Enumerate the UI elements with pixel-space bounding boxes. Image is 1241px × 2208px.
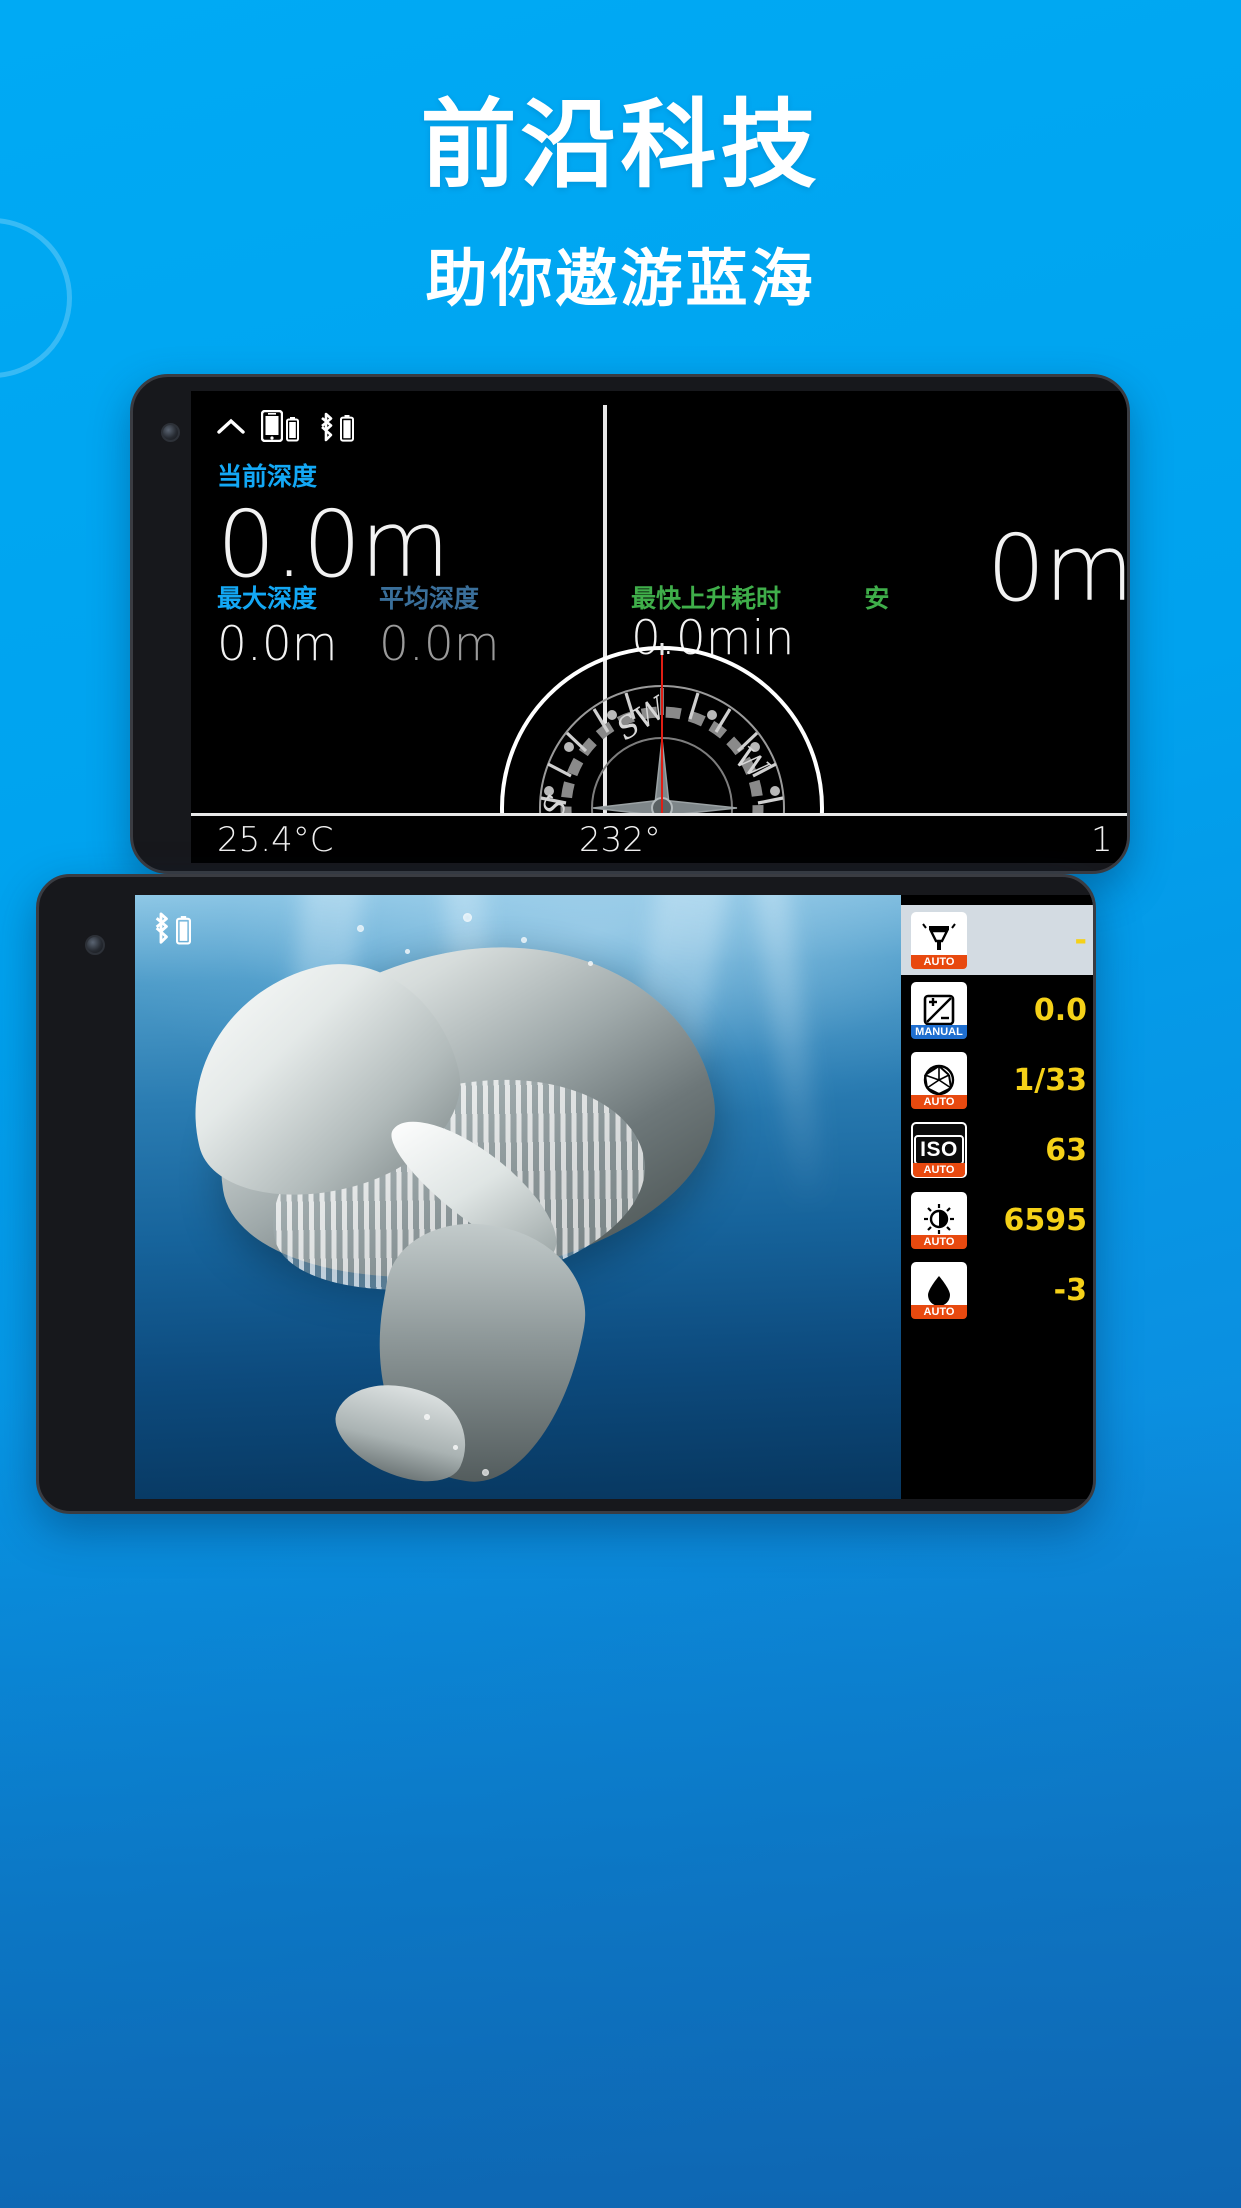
avg-depth-label: 平均深度 [379, 585, 480, 613]
bluetooth-battery-icon [149, 909, 191, 945]
mode-tag: AUTO [911, 1235, 967, 1249]
compass-widget: S SW W [191, 643, 1127, 813]
third-readout: 1 [1091, 819, 1113, 860]
right-extra-label: 安 [864, 585, 890, 613]
iso-value: 63 [1045, 1132, 1087, 1168]
phone-device-dive-computer: 当前深度 0.0m 最大深度 0.0m 平均深度 0.0m 0m 最快上升耗时 … [130, 374, 1130, 874]
fastest-ascent-label: 最快上升耗时 [631, 585, 782, 613]
iso-icon[interactable]: ISO AUTO [911, 1122, 967, 1178]
setting-row-depth[interactable]: AUTO -3 [901, 1255, 1093, 1325]
current-depth-block: 当前深度 0.0m [217, 457, 450, 598]
temperature-readout: 25.4°C [217, 819, 334, 860]
setting-row-white-balance[interactable]: AUTO 6595 [901, 1185, 1093, 1255]
phone-battery-icon [261, 410, 299, 442]
status-bar [217, 409, 354, 443]
white-balance-value: 6595 [1003, 1202, 1088, 1238]
flash-value: - [1074, 922, 1087, 958]
chevron-up-icon[interactable] [217, 417, 245, 435]
setting-row-iso[interactable]: ISO AUTO 63 [901, 1115, 1093, 1185]
exposure-comp-icon[interactable]: MANUAL [911, 982, 967, 1039]
mode-tag: AUTO [911, 1095, 967, 1109]
depth-value: -3 [1053, 1272, 1087, 1308]
compass-top-tick [660, 643, 664, 655]
front-camera-icon [161, 423, 180, 442]
mode-tag: AUTO [913, 1163, 965, 1177]
mode-tag: MANUAL [911, 1025, 967, 1039]
setting-row-aperture[interactable]: AUTO 1/33 [901, 1045, 1093, 1115]
white-balance-icon[interactable]: AUTO [911, 1192, 967, 1249]
camera-settings-panel: AUTO - MANUAL 0.0 AUTO 1/33 ISO AUTO 63 … [901, 895, 1093, 1499]
water-drop-icon[interactable]: AUTO [911, 1262, 967, 1319]
max-depth-label: 最大深度 [217, 585, 318, 613]
page-title: 前沿科技 [420, 92, 821, 199]
bluetooth-battery-icon [315, 410, 354, 442]
mode-tag: AUTO [911, 955, 967, 969]
bottom-status-bar: 25.4°C 232° 1 [191, 816, 1127, 863]
compass-needle-line [661, 643, 663, 813]
svg-text:SW: SW [611, 690, 675, 748]
setting-row-flash[interactable]: AUTO - [901, 905, 1093, 975]
page-subtitle: 助你遨游蓝海 [425, 245, 816, 314]
dive-computer-screen: 当前深度 0.0m 最大深度 0.0m 平均深度 0.0m 0m 最快上升耗时 … [191, 391, 1127, 863]
exposure-value: 0.0 [1033, 992, 1087, 1028]
current-depth-value: 0.0m [217, 491, 450, 598]
front-camera-icon [85, 935, 105, 955]
aperture-value: 1/33 [1013, 1062, 1087, 1098]
background-gradient-wash [0, 1400, 1241, 2208]
heading-readout: 232° [579, 819, 661, 860]
flash-icon[interactable]: AUTO [911, 912, 967, 969]
phone-device-camera: AUTO - MANUAL 0.0 AUTO 1/33 ISO AUTO 63 … [36, 874, 1096, 1514]
setting-row-exposure[interactable]: MANUAL 0.0 [901, 975, 1093, 1045]
iso-label: ISO [914, 1135, 964, 1165]
aperture-icon[interactable]: AUTO [911, 1052, 967, 1109]
camera-screen: AUTO - MANUAL 0.0 AUTO 1/33 ISO AUTO 63 … [135, 895, 1093, 1499]
mode-tag: AUTO [911, 1305, 967, 1319]
current-depth-label: 当前深度 [217, 463, 318, 491]
